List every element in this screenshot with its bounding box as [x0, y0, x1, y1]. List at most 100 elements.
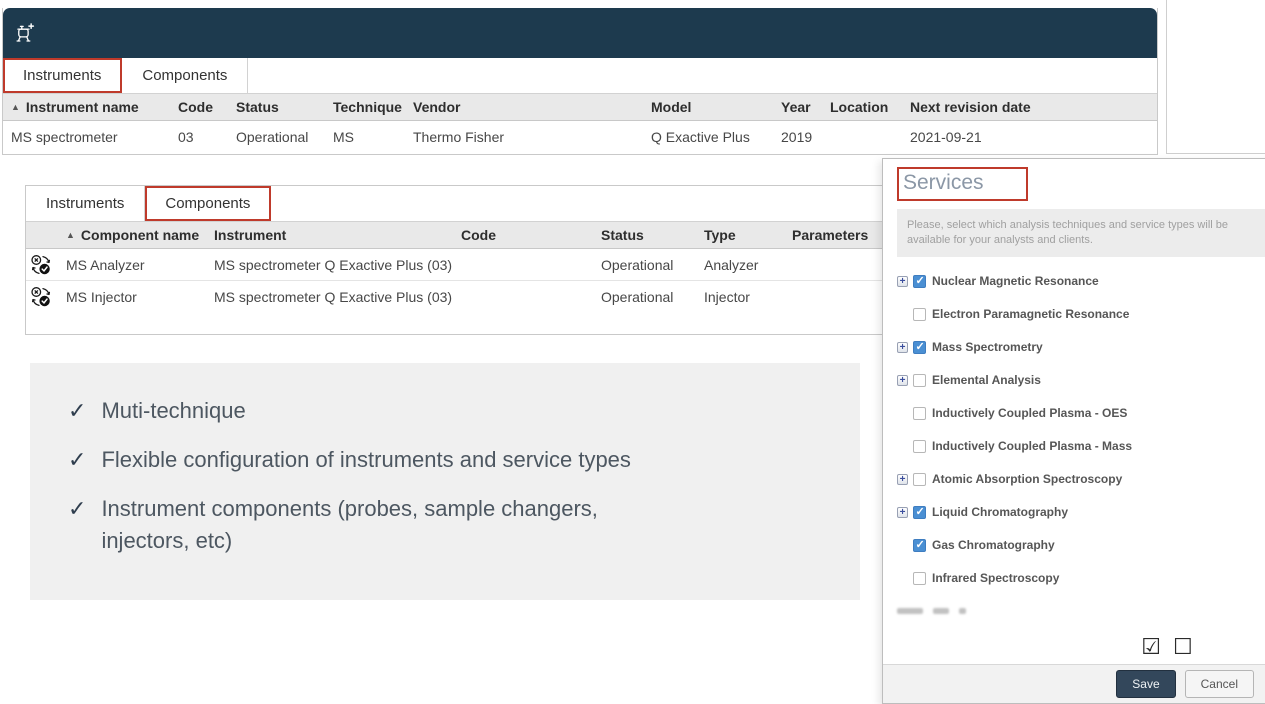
tree-item: Electron Paramagnetic Resonance: [897, 304, 1265, 324]
tree-item-clipped: [897, 601, 1265, 621]
table-cell: Thermo Fisher: [413, 128, 505, 145]
feature-text: Flexible configuration of instruments an…: [101, 447, 631, 472]
expand-plus-icon[interactable]: +: [897, 275, 908, 287]
save-button[interactable]: Save: [1116, 670, 1176, 698]
checkbox-unchecked[interactable]: [913, 472, 926, 486]
header-cell-next-revision-date[interactable]: Next revision date: [902, 99, 1157, 115]
table-cell: MS spectrometer: [11, 128, 118, 145]
tree-item: Infrared Spectroscopy: [897, 568, 1265, 588]
tree-item-label: Elemental Analysis: [932, 373, 1041, 387]
checkbox-unchecked[interactable]: [913, 439, 926, 453]
tree-item-label: Nuclear Magnetic Resonance: [932, 274, 1099, 288]
tree-item: Gas Chromatography: [897, 535, 1265, 555]
check-icon: ✓: [68, 398, 87, 423]
expand-plus-icon[interactable]: +: [897, 374, 908, 386]
selectall-row: ☑ ☐: [1057, 636, 1265, 658]
checkbox-checked[interactable]: [913, 340, 926, 354]
header-cell-technique[interactable]: Technique: [325, 99, 405, 115]
check-icon: ✓: [68, 496, 87, 521]
tab-instruments[interactable]: Instruments: [26, 186, 146, 221]
table-cell: 03: [178, 128, 194, 145]
header-cell-year[interactable]: Year: [773, 99, 822, 115]
checkbox-checked[interactable]: [913, 538, 926, 552]
clipped-content: [959, 608, 966, 614]
table-cell: 2021-09-21: [910, 128, 982, 145]
cancel-button[interactable]: Cancel: [1184, 670, 1254, 698]
tree-item: + Atomic Absorption Spectroscopy: [897, 469, 1265, 489]
tab-instruments[interactable]: Instruments: [3, 58, 123, 93]
deselect-all-icon[interactable]: ☐: [1173, 636, 1193, 658]
feature-highlights-box: ✓ Muti-technique ✓ Flexible configuration o…: [30, 363, 860, 600]
header-cell-status[interactable]: Status: [228, 99, 325, 115]
table-cell: Operational: [601, 256, 674, 273]
tab-components[interactable]: Components: [145, 186, 272, 221]
sort-asc-icon: ▲: [11, 102, 20, 112]
table-header-row: ▲ Instrument name Code Status Technique Vendo…: [3, 94, 1157, 121]
tree-item-label: Electron Paramagnetic Resonance: [932, 307, 1130, 321]
instruments-panel: Instruments Components ▲ Instrument name Co…: [2, 8, 1158, 155]
header-cell-component-name[interactable]: ▲ Component name: [58, 227, 206, 243]
expand-plus-icon[interactable]: +: [897, 473, 908, 485]
toggle-status-icon[interactable]: [30, 286, 52, 308]
tree-item: + Liquid Chromatography: [897, 502, 1265, 522]
select-all-icon[interactable]: ☑: [1141, 636, 1161, 658]
table-cell: 2019: [781, 128, 813, 145]
checkbox-checked[interactable]: [913, 274, 926, 288]
feature-item: ✓ Flexible configuration of instruments a…: [68, 444, 668, 476]
feature-item: ✓ Instrument components (probes, sample c…: [68, 493, 668, 557]
tree-item: + Elemental Analysis: [897, 370, 1265, 390]
checkbox-unchecked[interactable]: [913, 406, 926, 420]
instrument-add-icon: [16, 23, 35, 42]
tree-item-label: Inductively Coupled Plasma - OES: [932, 406, 1128, 420]
services-dialog-description: Please, select which analysis techniques…: [897, 209, 1265, 257]
tree-item: + Nuclear Magnetic Resonance: [897, 271, 1265, 291]
clipped-content: [933, 608, 949, 614]
feature-text: Instrument components (probes, sample ch…: [101, 496, 598, 553]
header-cell-instrument[interactable]: Instrument: [206, 227, 453, 243]
feature-item: ✓ Muti-technique: [68, 395, 668, 427]
table-cell: Q Exactive Plus: [651, 128, 750, 145]
table-cell: MS Injector: [66, 289, 137, 305]
header-cell-parameters[interactable]: Parameters: [784, 227, 882, 243]
table-cell: Operational: [236, 128, 309, 145]
header-cell-code[interactable]: Code: [170, 99, 228, 115]
check-icon: ✓: [68, 447, 87, 472]
tree-item: Inductively Coupled Plasma - OES: [897, 403, 1265, 423]
sort-asc-icon: ▲: [66, 230, 75, 240]
header-cell-type[interactable]: Type: [696, 227, 784, 243]
header-cell-model[interactable]: Model: [643, 99, 773, 115]
tree-item-label: Infrared Spectroscopy: [932, 571, 1060, 585]
table-cell: Analyzer: [704, 256, 759, 273]
tab-components[interactable]: Components: [122, 58, 249, 93]
instruments-table: ▲ Instrument name Code Status Technique Vendo…: [3, 94, 1157, 152]
table-cell: MS Analyzer: [66, 256, 145, 273]
header-cell-location[interactable]: Location: [822, 99, 902, 115]
expand-plus-icon[interactable]: +: [897, 506, 908, 518]
checkbox-checked[interactable]: [913, 505, 926, 519]
header-cell-code[interactable]: Code: [453, 227, 593, 243]
checkbox-unchecked[interactable]: [913, 571, 926, 585]
services-technique-tree: + Nuclear Magnetic Resonance Electron Para…: [897, 271, 1265, 634]
checkbox-unchecked[interactable]: [913, 307, 926, 321]
tree-item-label: Mass Spectrometry: [932, 340, 1043, 354]
table-cell: Injector: [704, 289, 750, 305]
feature-text: Muti-technique: [101, 398, 246, 423]
toggle-status-icon[interactable]: [30, 254, 52, 276]
table-cell: MS: [333, 128, 354, 145]
tree-item: Inductively Coupled Plasma - Mass: [897, 436, 1265, 456]
table-row[interactable]: MS spectrometer 03 Operational MS Thermo Fis…: [3, 121, 1157, 152]
expand-plus-icon[interactable]: +: [897, 341, 908, 353]
checkbox-unchecked[interactable]: [913, 373, 926, 387]
row-actions-cell: [26, 254, 58, 276]
clipped-content: [897, 608, 923, 614]
services-dialog: Services Please, select which analysis t…: [882, 158, 1265, 704]
table-cell: Operational: [601, 289, 674, 305]
services-dialog-title: Services: [897, 167, 1028, 201]
tree-item-label: Atomic Absorption Spectroscopy: [932, 472, 1123, 486]
instruments-panel-tabs: Instruments Components: [3, 58, 1157, 94]
header-cell-status[interactable]: Status: [593, 227, 696, 243]
table-cell: MS spectrometer Q Exactive Plus (03): [214, 289, 453, 305]
header-cell-vendor[interactable]: Vendor: [405, 99, 643, 115]
tree-item-label: Inductively Coupled Plasma - Mass: [932, 439, 1133, 453]
header-cell-instrument-name[interactable]: ▲ Instrument name: [3, 99, 170, 115]
